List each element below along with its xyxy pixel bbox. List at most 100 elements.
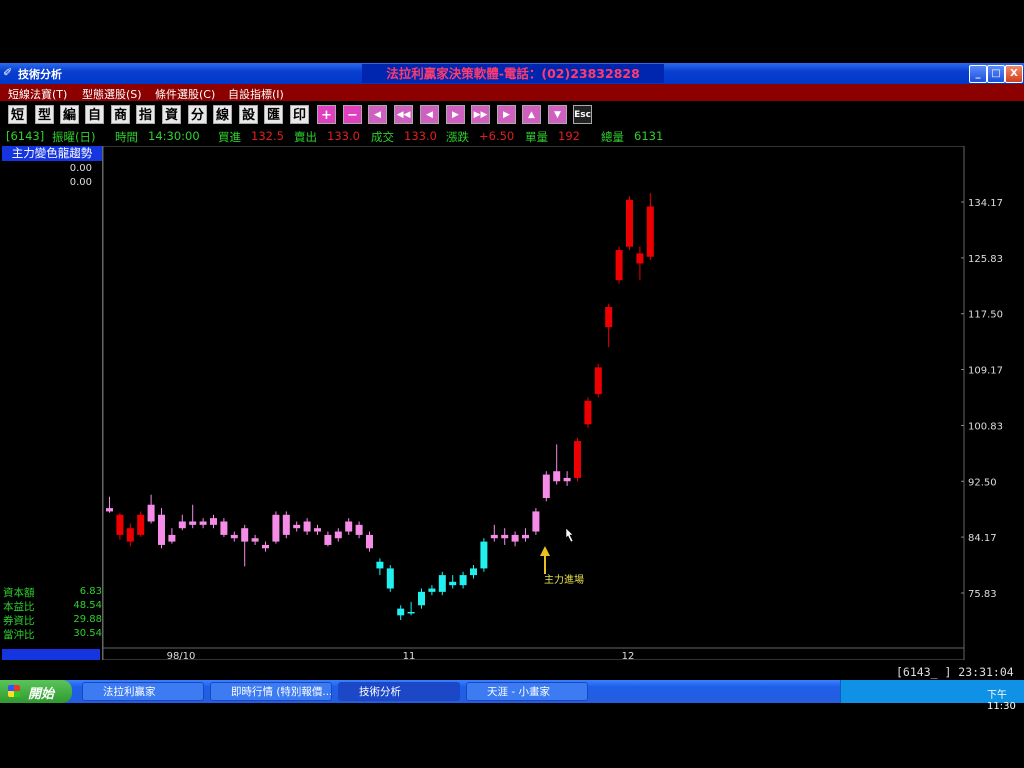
close-button[interactable]: X	[1005, 65, 1023, 83]
first-button[interactable]: ◀	[368, 105, 387, 124]
candlestick-chart[interactable]: 134.17 125.83 117.50 109.17 100.83 92.50 84.17…	[103, 146, 1024, 660]
toolbar-export-button[interactable]: 匯	[264, 105, 283, 124]
candle-body	[470, 568, 477, 576]
toolbar-short-button[interactable]: 短	[8, 105, 27, 124]
stat-daytrade-label: 當沖比	[3, 629, 35, 641]
windows-logo-icon	[8, 685, 20, 697]
toolbar-index-button[interactable]: 指	[136, 105, 155, 124]
zoom-out-button[interactable]: −	[343, 105, 362, 124]
toolbar-line-button[interactable]: 線	[213, 105, 232, 124]
candle-body	[147, 504, 155, 522]
indicator-panel	[2, 146, 103, 660]
candle-body	[355, 524, 363, 535]
indicator-value-2: 0.00	[69, 177, 92, 188]
toolbar-self-button[interactable]: 自	[85, 105, 104, 124]
plot-area	[103, 146, 965, 660]
candle-body	[438, 575, 446, 592]
task-paint[interactable]: 天涯 - 小畫家	[466, 682, 588, 701]
change-label: 漲跌	[446, 130, 469, 144]
fast-forward-button[interactable]: ▶▶	[471, 105, 490, 124]
esc-button[interactable]: Esc	[573, 105, 592, 124]
y-tick-label: 75.83	[968, 589, 997, 600]
toolbar-print-button[interactable]: 印	[290, 105, 309, 124]
candle-body	[168, 534, 176, 542]
task-technical-analysis[interactable]: 技術分析	[338, 682, 460, 701]
time-label: 時間	[115, 130, 138, 144]
candle-body	[158, 514, 165, 545]
minimize-button[interactable]: _	[969, 65, 987, 83]
stat-capital-value: 6.83	[79, 586, 102, 597]
candle-body	[126, 528, 134, 542]
scroll-strip[interactable]	[2, 649, 100, 660]
candle-body	[511, 534, 519, 542]
y-tick-label: 100.83	[968, 421, 1003, 432]
unit-volume-value: 192	[558, 129, 580, 143]
indicator-value-1: 0.00	[69, 163, 92, 174]
candle-body	[262, 544, 269, 549]
total-volume-value: 6131	[634, 129, 664, 143]
stat-short-margin-value: 29.88	[73, 614, 102, 625]
toolbar-product-button[interactable]: 商	[111, 105, 130, 124]
toolbar-minute-button[interactable]: 分	[188, 105, 207, 124]
back-button[interactable]: ◀	[420, 105, 439, 124]
candle-body	[646, 206, 654, 257]
candle-body	[189, 521, 197, 525]
task-technical-label: 技術分析	[359, 686, 401, 698]
menu-short-line[interactable]: 短線法寶(T)	[8, 86, 67, 102]
zoom-in-button[interactable]: +	[317, 105, 336, 124]
candle-body	[376, 561, 384, 569]
center-title: 法拉利贏家決策軟體-電話：(02)23832828	[362, 64, 664, 83]
y-tick-label: 125.83	[968, 254, 1003, 265]
task-ferrari[interactable]: 法拉利贏家	[82, 682, 204, 701]
toolbar-data-button[interactable]: 資	[162, 105, 181, 124]
candle-body	[584, 400, 592, 425]
candle-body	[230, 534, 238, 539]
candle-body	[272, 514, 280, 542]
candle-body	[480, 541, 488, 569]
window-title: 技術分析	[18, 68, 62, 81]
candle-body	[605, 307, 613, 328]
start-label: 開始	[28, 687, 55, 702]
candle-body	[626, 199, 633, 247]
stat-capital-label: 資本額	[3, 587, 35, 599]
x-tick-label: 98/10	[167, 651, 196, 660]
down-button[interactable]: ▼	[548, 105, 567, 124]
task-realtime-label: 即時行情 (特別報價...	[231, 686, 332, 698]
menu-custom-indicator[interactable]: 自設指標(I)	[228, 86, 284, 102]
fast-back-button[interactable]: ◀◀	[394, 105, 413, 124]
candle-body	[241, 528, 249, 542]
candle-body	[449, 581, 457, 586]
menu-pattern-select[interactable]: 型態選股(S)	[82, 86, 142, 102]
buy-value: 132.5	[251, 129, 284, 143]
indicator-title[interactable]: 主力變色龍趨勢	[2, 146, 102, 161]
menu-condition-select[interactable]: 條件選股(C)	[155, 86, 215, 102]
task-realtime-quote[interactable]: 即時行情 (特別報價...	[210, 682, 332, 701]
forward-button[interactable]: ▶	[446, 105, 465, 124]
up-button[interactable]: ▲	[522, 105, 541, 124]
candle-body	[542, 474, 550, 499]
candle-body	[397, 608, 405, 616]
toolbar-pattern-button[interactable]: 型	[35, 105, 54, 124]
sell-label: 賣出	[294, 130, 317, 144]
maximize-button[interactable]: □	[987, 65, 1005, 83]
toolbar-settings-button[interactable]: 設	[239, 105, 258, 124]
candle-body	[314, 528, 321, 532]
candle-body	[490, 534, 498, 539]
y-tick-label: 92.50	[968, 477, 997, 488]
menu-bar	[0, 84, 1024, 101]
status-code-time: [6143_ ] 23:31:04	[896, 665, 1014, 679]
stat-daytrade-value: 30.54	[73, 628, 102, 639]
y-tick-label: 109.17	[968, 366, 1003, 377]
total-volume-label: 總量	[601, 130, 624, 144]
x-tick-label: 12	[622, 651, 635, 660]
last-button[interactable]: ▶	[497, 105, 516, 124]
entry-annotation-text: 主力進場	[544, 573, 584, 586]
candle-body	[428, 588, 436, 592]
task-ferrari-label: 法拉利贏家	[103, 686, 156, 698]
stock-code: [6143]	[6, 129, 45, 143]
candle-body	[574, 441, 581, 478]
task-paint-label: 天涯 - 小畫家	[487, 686, 550, 698]
toolbar-edit-button[interactable]: 編	[60, 105, 79, 124]
candle-body	[116, 514, 124, 535]
stat-pe-value: 48.54	[73, 600, 102, 611]
